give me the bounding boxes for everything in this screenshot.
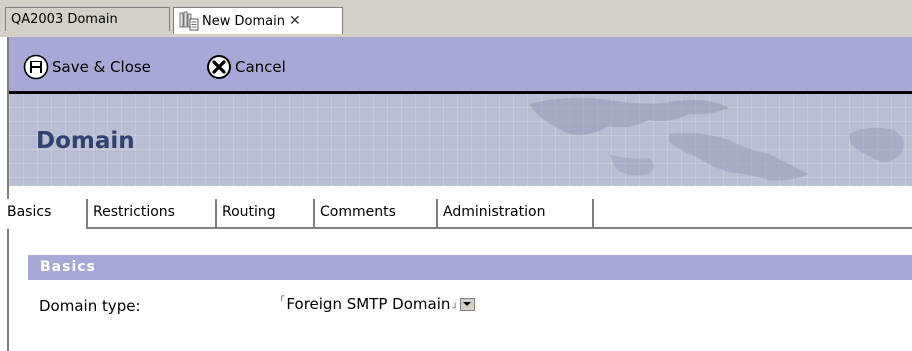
tab-restrictions[interactable]: Restrictions xyxy=(88,199,217,229)
page-title: Domain xyxy=(36,128,135,154)
doc-tab-label: QA2003 Domain xyxy=(11,12,118,27)
close-icon[interactable]: ✕ xyxy=(289,13,301,29)
domain-type-label: Domain type: xyxy=(39,297,141,315)
tab-administration[interactable]: Administration xyxy=(438,199,594,229)
field-open-bracket-icon: ┌ xyxy=(279,292,285,302)
tab-basics[interactable]: Basics xyxy=(2,199,88,229)
cancel-x-icon xyxy=(207,55,231,79)
document-tab-bar: QA2003 Domain New Domain ✕ xyxy=(0,0,912,37)
toolbar: Save & Close Cancel xyxy=(9,37,912,94)
doc-tab-label: New Domain xyxy=(202,13,285,29)
tab-label: Comments xyxy=(320,204,396,220)
floppy-disk-icon xyxy=(23,54,49,80)
tab-label: Restrictions xyxy=(93,204,175,220)
doc-tab-qa2003-domain[interactable]: QA2003 Domain xyxy=(5,7,170,31)
doc-tab-new-domain[interactable]: New Domain ✕ xyxy=(173,7,343,34)
document-stack-icon xyxy=(179,11,199,31)
tab-routing[interactable]: Routing xyxy=(217,199,315,229)
tab-label: Routing xyxy=(222,204,276,220)
editor-frame: Save & Close Cancel Domain Basics Restri… xyxy=(2,37,912,351)
header-banner: Domain xyxy=(9,94,912,186)
section-tab-strip: Basics Restrictions Routing Comments Adm… xyxy=(2,188,912,229)
tab-comments[interactable]: Comments xyxy=(315,199,438,229)
cancel-label: Cancel xyxy=(235,58,286,76)
cancel-button[interactable]: Cancel xyxy=(206,54,286,80)
field-close-bracket-icon: ┘ xyxy=(452,304,458,314)
save-close-button[interactable]: Save & Close xyxy=(23,54,151,80)
domain-type-field[interactable]: ┌ Foreign SMTP Domain ┘ xyxy=(279,292,475,314)
world-map-graphic xyxy=(529,97,904,181)
save-close-label: Save & Close xyxy=(52,58,151,76)
dropdown-arrow-icon[interactable] xyxy=(459,297,475,311)
tab-label: Basics xyxy=(7,204,52,220)
tab-label: Administration xyxy=(443,204,546,220)
basics-section-header: Basics xyxy=(28,255,912,280)
domain-type-value[interactable]: Foreign SMTP Domain xyxy=(286,295,450,313)
